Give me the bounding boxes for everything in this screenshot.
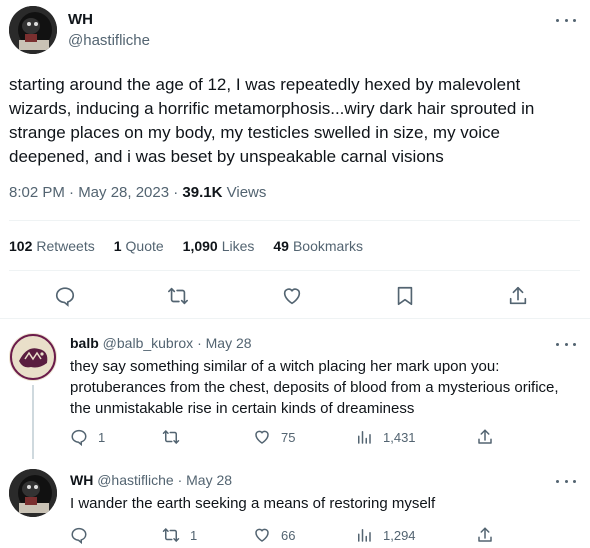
views-count: 39.1K <box>182 184 223 201</box>
reply-count: 1 <box>98 429 106 445</box>
like-icon[interactable] <box>281 285 303 307</box>
author-handle[interactable]: @hastifliche <box>68 32 150 49</box>
reply-icon[interactable] <box>70 428 88 446</box>
tweet-timestamp[interactable]: 8:02 PM · May 28, 2023 · <box>9 184 178 201</box>
author-handle[interactable]: @balb_kubrox <box>103 335 194 351</box>
retweet-icon[interactable] <box>162 526 180 544</box>
retweet-action[interactable] <box>162 428 190 446</box>
more-options-icon[interactable] <box>556 336 576 352</box>
bookmark-icon[interactable] <box>394 285 416 307</box>
likes-stat[interactable]: 1,090 Likes <box>183 238 255 254</box>
tweet-stats: 102 Retweets 1 Quote 1,090 Likes 49 Bookmark… <box>9 238 363 254</box>
reply-date[interactable]: · May 28 <box>178 472 232 488</box>
like-icon[interactable] <box>253 526 271 544</box>
reply-tweet[interactable]: WH @hastifliche · May 28 I wander the ea… <box>0 460 590 548</box>
tweet-meta: 8:02 PM · May 28, 2023 · 39.1K Views <box>9 184 266 201</box>
view-count: 1,431 <box>383 429 416 445</box>
main-tweet: WH @hastifliche starting around the age … <box>0 0 590 318</box>
like-count: 75 <box>281 429 296 445</box>
retweet-action[interactable]: 1 <box>162 526 197 544</box>
like-action[interactable]: 66 <box>253 526 295 544</box>
more-options-icon[interactable] <box>556 473 576 489</box>
author-name[interactable]: WH <box>70 472 93 488</box>
like-icon[interactable] <box>253 428 271 446</box>
avatar[interactable] <box>9 333 57 381</box>
retweet-icon[interactable] <box>167 285 189 307</box>
reply-text: I wander the earth seeking a means of re… <box>70 495 436 512</box>
views-label: Views <box>226 184 267 201</box>
share-icon[interactable] <box>507 285 529 307</box>
avatar[interactable] <box>9 469 57 517</box>
like-action[interactable]: 75 <box>253 428 295 446</box>
view-count: 1,294 <box>383 527 416 543</box>
reply-icon[interactable] <box>70 526 88 544</box>
reply-tweet[interactable]: balb @balb_kubrox · May 28 they say some… <box>0 319 590 459</box>
analytics-icon[interactable] <box>355 428 373 446</box>
reply-date[interactable]: · May 28 <box>197 335 251 351</box>
author-name[interactable]: WH <box>68 11 93 28</box>
views-action[interactable]: 1,431 <box>355 428 416 446</box>
divider <box>9 220 580 221</box>
more-options-icon[interactable] <box>556 12 576 28</box>
reply-header: balb @balb_kubrox · May 28 <box>70 335 252 351</box>
divider <box>9 270 580 271</box>
like-count: 66 <box>281 527 296 543</box>
reply-action[interactable] <box>70 526 98 544</box>
analytics-icon[interactable] <box>355 526 373 544</box>
avatar[interactable] <box>9 6 57 54</box>
quotes-stat[interactable]: 1 Quote <box>114 238 164 254</box>
share-icon[interactable] <box>476 428 494 446</box>
tweet-text: starting around the age of 12, I was rep… <box>9 75 535 166</box>
thread-line <box>32 385 34 459</box>
retweet-count: 1 <box>190 527 198 543</box>
reply-text: they say something similar of a witch pl… <box>70 358 559 417</box>
views-action[interactable]: 1,294 <box>355 526 416 544</box>
reply-header: WH @hastifliche · May 28 <box>70 472 232 488</box>
share-icon[interactable] <box>476 526 494 544</box>
reply-action[interactable]: 1 <box>70 428 105 446</box>
author-name[interactable]: balb <box>70 335 99 351</box>
retweets-stat[interactable]: 102 Retweets <box>9 238 95 254</box>
bookmarks-stat[interactable]: 49 Bookmarks <box>273 238 363 254</box>
reply-icon[interactable] <box>54 285 76 307</box>
retweet-icon[interactable] <box>162 428 180 446</box>
author-handle[interactable]: @hastifliche <box>97 472 173 488</box>
